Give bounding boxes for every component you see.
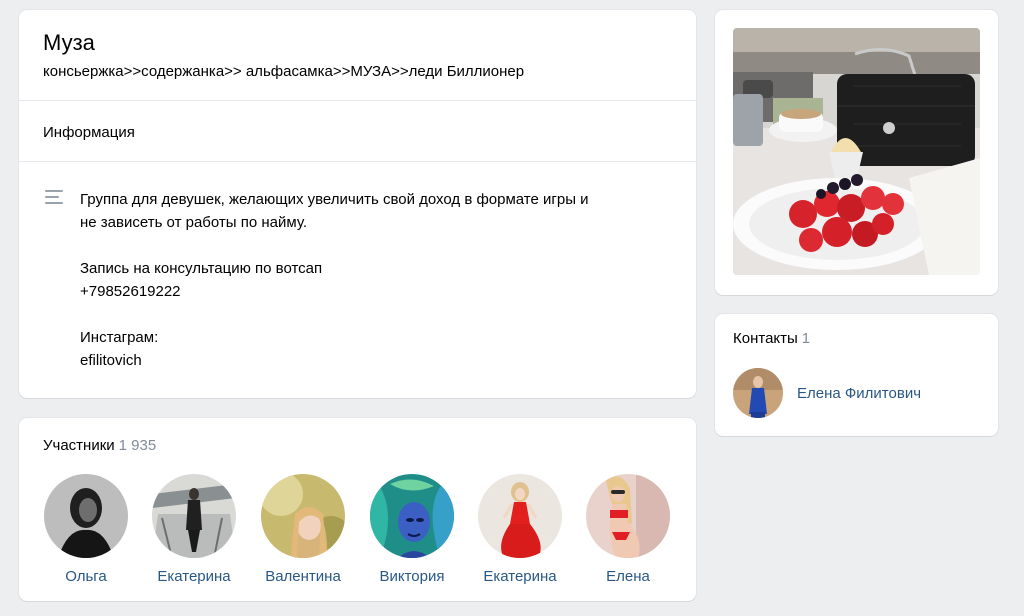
- description-icon: [45, 190, 65, 206]
- group-photo-card: [715, 10, 998, 295]
- phone-number: +79852619222: [80, 283, 181, 300]
- group-info-card: Муза консьержка>>содержанка>> альфасамка…: [19, 10, 696, 398]
- member-item[interactable]: Екатерина: [140, 474, 248, 585]
- contacts-header[interactable]: Контакты 1: [733, 330, 810, 347]
- contacts-count: 1: [801, 330, 811, 347]
- members-card: Участники 1 935 Ольга Екатерина Валентин…: [19, 418, 696, 601]
- avatar[interactable]: [733, 368, 783, 418]
- contact-name[interactable]: Елена Филитович: [797, 385, 921, 402]
- avatar[interactable]: [370, 474, 454, 558]
- member-item[interactable]: Виктория: [358, 474, 466, 585]
- member-name[interactable]: Ольга: [32, 568, 140, 585]
- description-line: Запись на консультацию по вотсап: [80, 260, 323, 277]
- description-line: Группа для девушек, желающих увеличить с…: [80, 191, 589, 208]
- members-header[interactable]: Участники 1 935: [43, 437, 156, 454]
- member-name[interactable]: Елена: [574, 568, 682, 585]
- member-name[interactable]: Виктория: [358, 568, 466, 585]
- avatar[interactable]: [478, 474, 562, 558]
- description-line: не зависеть от работы по найму.: [80, 214, 307, 231]
- member-item[interactable]: Ольга: [32, 474, 140, 585]
- description-line: Инстаграм:: [80, 329, 159, 346]
- member-item[interactable]: Валентина: [249, 474, 357, 585]
- member-name[interactable]: Валентина: [249, 568, 357, 585]
- contact-item[interactable]: Елена Филитович: [733, 368, 921, 418]
- avatar[interactable]: [586, 474, 670, 558]
- members-count: 1 935: [118, 437, 157, 454]
- avatar[interactable]: [261, 474, 345, 558]
- contacts-card: Контакты 1 Елена Филитович: [715, 314, 998, 436]
- group-status: консьержка>>содержанка>> альфасамка>>МУЗ…: [43, 63, 525, 80]
- member-name[interactable]: Екатерина: [140, 568, 248, 585]
- member-name[interactable]: Екатерина: [466, 568, 574, 585]
- instagram-handle: efilitovich: [80, 352, 142, 369]
- member-item[interactable]: Екатерина: [466, 474, 574, 585]
- group-cover-photo[interactable]: [733, 28, 980, 275]
- members-title: Участники: [43, 437, 115, 454]
- avatar[interactable]: [44, 474, 128, 558]
- contacts-title: Контакты: [733, 330, 798, 347]
- member-item[interactable]: Елена: [574, 474, 682, 585]
- divider: [19, 161, 696, 162]
- info-section-title[interactable]: Информация: [43, 124, 135, 141]
- group-description: Группа для девушек, желающих увеличить с…: [80, 188, 670, 372]
- group-name: Муза: [43, 30, 95, 55]
- divider: [19, 100, 696, 101]
- avatar[interactable]: [152, 474, 236, 558]
